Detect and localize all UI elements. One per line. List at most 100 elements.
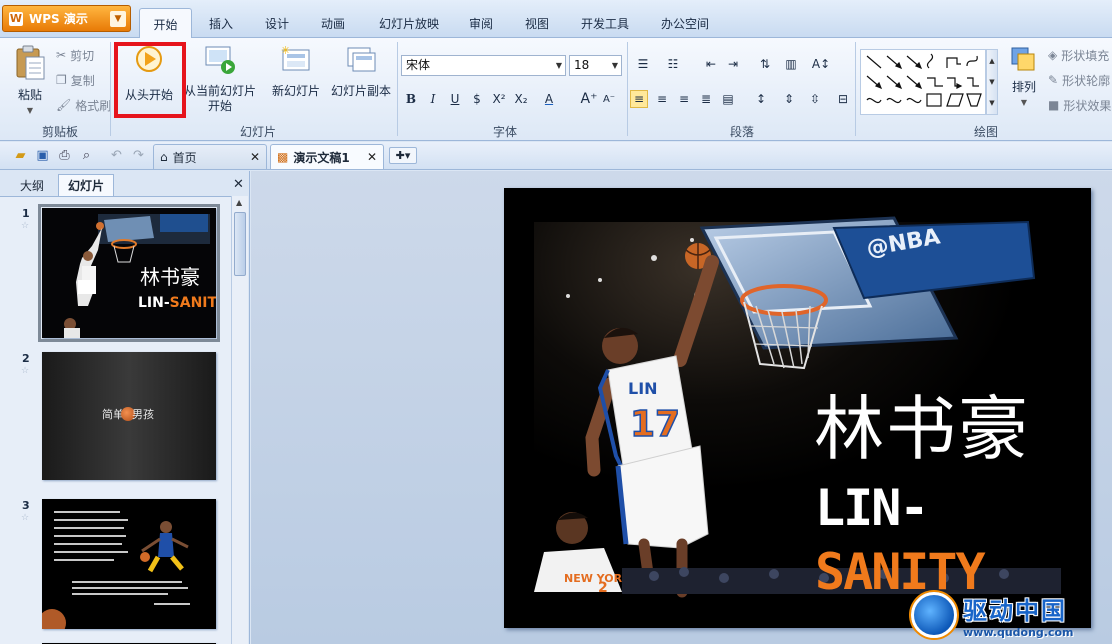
- qudong-logo-icon: [911, 592, 957, 638]
- superscript-button[interactable]: X²: [490, 90, 508, 108]
- align-left-button[interactable]: ≡: [630, 90, 648, 108]
- chevron-down-icon: ▼: [1020, 98, 1028, 107]
- bold-button[interactable]: B: [402, 90, 420, 108]
- distribute-button[interactable]: ▤: [719, 90, 737, 108]
- tab-outline[interactable]: 大纲: [10, 174, 54, 196]
- copy-button[interactable]: ❐ 复制: [56, 71, 95, 89]
- tab-insert[interactable]: 插入: [196, 9, 246, 38]
- paste-label: 粘贴: [17, 88, 42, 102]
- arrange-button[interactable]: 排列 ▼: [1006, 44, 1042, 110]
- tab-office-space[interactable]: 办公空间: [648, 9, 722, 38]
- group-separator: [397, 42, 398, 136]
- star-icon: ☆: [21, 366, 30, 376]
- paragraph-spacing-icon[interactable]: ⇕: [780, 90, 798, 108]
- spacing-icon[interactable]: ⇳: [806, 90, 824, 108]
- svg-text:2: 2: [598, 580, 608, 596]
- font-name-select[interactable]: 宋体 ▼: [401, 55, 566, 76]
- bullet-list-icon[interactable]: ☰: [634, 55, 652, 73]
- tab-slides[interactable]: 幻灯片: [58, 174, 114, 196]
- slide-thumbnail-3[interactable]: [42, 499, 216, 629]
- presentation-file-icon: ▩: [277, 150, 289, 164]
- font-size-select[interactable]: 18 ▼: [569, 55, 622, 76]
- subscript-button[interactable]: X₂: [512, 90, 530, 108]
- wps-menu-button[interactable]: W WPS 演示 ▼: [2, 5, 131, 32]
- tab-home[interactable]: 开始: [139, 8, 192, 39]
- scrollbar-thumb[interactable]: [234, 212, 246, 276]
- shape-outline-button[interactable]: ✎ 形状轮廓: [1048, 71, 1110, 89]
- doc-tab-presentation[interactable]: ▩ 演示文稿1 ✕: [270, 144, 384, 169]
- format-painter-button[interactable]: 🖌 格式刷: [56, 96, 111, 114]
- tab-animation[interactable]: 动画: [308, 9, 358, 38]
- play-from-current-button[interactable]: 从当前幻灯片 开始: [182, 44, 258, 114]
- tab-developer[interactable]: 开发工具: [570, 9, 640, 38]
- line-spacing-icon[interactable]: ↕: [752, 90, 770, 108]
- paste-button[interactable]: 粘贴 ▼: [8, 44, 52, 118]
- slide-thumbnail-list: 1 ☆ 林书豪 LIN-SANITY 2 ☆: [0, 196, 231, 644]
- font-color-button[interactable]: A: [540, 90, 558, 108]
- ribbon-tab-bar: W WPS 演示 ▼ 开始 插入 设计 动画 幻灯片放映 审阅 视图 开发工具 …: [0, 0, 1112, 39]
- underline-button[interactable]: U: [446, 90, 464, 108]
- group-label-paragraph: 段落: [729, 125, 754, 139]
- slide-editor: @NBA LIN 17 NEW YORK 2 林书豪 LIN-SANITY: [251, 171, 1112, 644]
- slide-title[interactable]: 林书豪: [814, 391, 1030, 467]
- paragraph-settings-icon[interactable]: ⊟: [834, 90, 852, 108]
- shape-gallery-scroll[interactable]: ▲ ▼ ▼: [986, 49, 998, 115]
- shape-gallery[interactable]: [860, 49, 986, 115]
- italic-button[interactable]: I: [424, 90, 442, 108]
- align-center-button[interactable]: ≡: [653, 90, 671, 108]
- quick-access-bar: ▰ ▣ ⎙ ⌕ ↶ ↷ ⌂ 首页 ✕ ▩ 演示文稿1 ✕ ✚▾: [0, 142, 1112, 170]
- slide-panel: 大纲 幻灯片 ✕ 1 ☆ 林书豪 LIN-SANITY: [0, 171, 250, 644]
- effect-icon: ■: [1048, 98, 1060, 112]
- redo-icon[interactable]: ↷: [130, 147, 147, 164]
- group-separator: [110, 42, 111, 136]
- brush-icon: 🖌: [56, 98, 72, 112]
- duplicate-slide-button[interactable]: 幻灯片副本: [328, 44, 394, 99]
- strikethrough-button[interactable]: $: [468, 90, 486, 108]
- justify-button[interactable]: ≣: [697, 90, 715, 108]
- svg-text:✳: ✳: [281, 44, 290, 57]
- grow-font-button[interactable]: A⁺: [580, 90, 598, 108]
- align-right-button[interactable]: ≡: [675, 90, 693, 108]
- shrink-font-button[interactable]: A⁻: [600, 90, 618, 108]
- slide-subtitle[interactable]: LIN-SANITY: [815, 476, 1091, 604]
- chevron-down-icon: ▼: [26, 106, 34, 115]
- new-document-button[interactable]: ✚▾: [389, 147, 417, 164]
- tab-view[interactable]: 视图: [512, 9, 562, 38]
- cut-button[interactable]: ✂ 剪切: [56, 46, 94, 64]
- close-icon[interactable]: ✕: [367, 150, 377, 164]
- current-slide[interactable]: @NBA LIN 17 NEW YORK 2 林书豪 LIN-SANITY: [504, 188, 1091, 628]
- undo-icon[interactable]: ↶: [108, 147, 125, 164]
- text-align-icon[interactable]: A↕: [812, 55, 830, 73]
- slide-thumbnail-2[interactable]: 简单 男孩: [42, 352, 216, 480]
- arrange-label: 排列: [1011, 80, 1036, 94]
- open-folder-icon[interactable]: ▰: [12, 147, 29, 164]
- new-slide-icon: ✳: [281, 44, 310, 71]
- arrange-icon: [1011, 47, 1035, 71]
- duplicate-slide-icon: [347, 47, 376, 72]
- text-direction-icon[interactable]: ⇅: [756, 55, 774, 73]
- slide-list-scrollbar[interactable]: ▲: [231, 196, 248, 644]
- print-icon[interactable]: ⎙: [56, 147, 73, 164]
- new-slide-button[interactable]: ✳ 新幻灯片: [266, 44, 326, 99]
- save-icon[interactable]: ▣: [34, 147, 51, 164]
- watermark-name: 驱动中国: [963, 597, 1067, 625]
- shape-effect-button[interactable]: ■ 形状效果: [1048, 96, 1111, 114]
- group-label-clipboard: 剪贴板: [41, 125, 78, 139]
- columns-icon[interactable]: ▥: [782, 55, 800, 73]
- decrease-indent-icon[interactable]: ⇤: [702, 55, 720, 73]
- slide-3-content: [42, 499, 216, 629]
- close-icon[interactable]: ✕: [250, 150, 260, 164]
- tab-review[interactable]: 审阅: [456, 9, 506, 38]
- close-icon[interactable]: ✕: [233, 177, 244, 192]
- tab-design[interactable]: 设计: [252, 9, 302, 38]
- numbered-list-icon[interactable]: ☷: [664, 55, 682, 73]
- chevron-down-icon: ▼: [110, 10, 126, 27]
- shape-fill-button[interactable]: ◈ 形状填充: [1048, 46, 1109, 64]
- print-preview-icon[interactable]: ⌕: [78, 147, 95, 164]
- slide-thumbnail-1[interactable]: 林书豪 LIN-SANITY: [38, 204, 220, 342]
- play-current-icon: [205, 46, 235, 74]
- cut-label: 剪切: [70, 48, 95, 63]
- increase-indent-icon[interactable]: ⇥: [724, 55, 742, 73]
- doc-tab-home[interactable]: ⌂ 首页 ✕: [153, 144, 267, 169]
- tab-slideshow[interactable]: 幻灯片放映: [368, 9, 450, 38]
